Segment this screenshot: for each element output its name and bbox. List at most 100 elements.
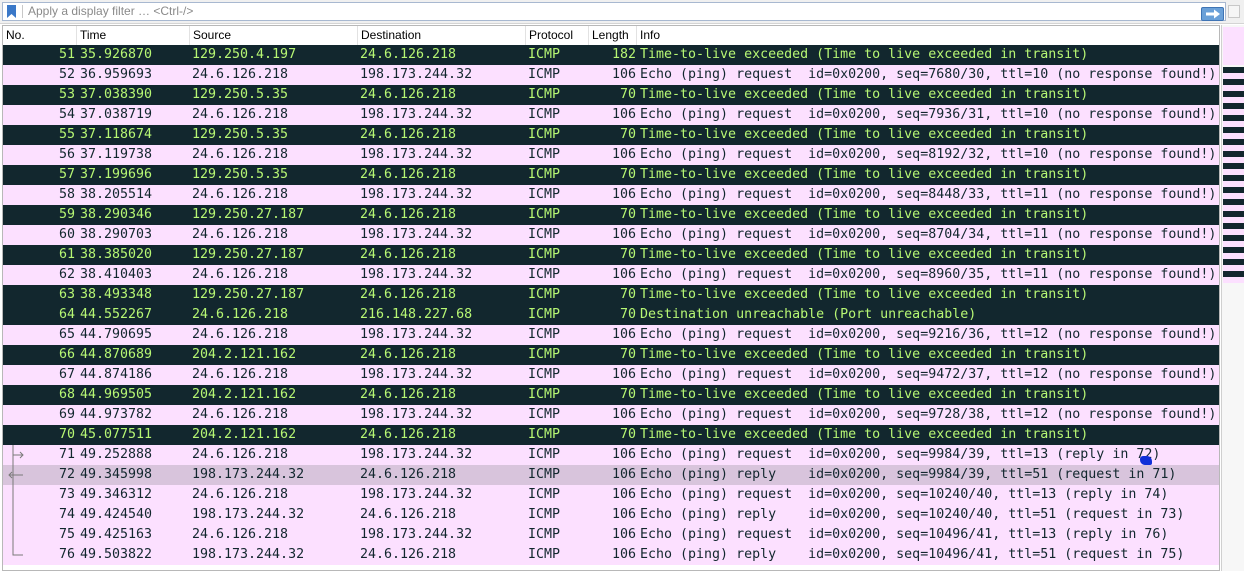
packet-row[interactable]: 68 44.969505 204.2.121.162 24.6.126.218 ICMP… [3, 385, 1219, 405]
display-filter-input[interactable]: Apply a display filter … <Ctrl-/> [2, 2, 1226, 21]
packet-source: 129.250.27.187 [192, 287, 305, 302]
packet-destination: 198.173.244.32 [360, 227, 473, 242]
packet-destination: 198.173.244.32 [360, 147, 473, 162]
packet-source: 24.6.126.218 [192, 527, 289, 542]
packet-row[interactable]: 57 37.199696 129.250.5.35 24.6.126.218 ICMP 7… [3, 165, 1219, 185]
packet-row[interactable]: 52 36.959693 24.6.126.218 198.173.244.32 ICM… [3, 65, 1219, 85]
packet-row[interactable]: 63 38.493348 129.250.27.187 24.6.126.218 ICM… [3, 285, 1219, 305]
packet-row[interactable]: 73 49.346312 24.6.126.218 198.173.244.32 ICM… [3, 485, 1219, 505]
packet-info: Echo (ping) request id=0x0200, seq=8704/… [640, 227, 1217, 242]
packet-destination: 198.173.244.32 [360, 367, 473, 382]
column-info[interactable]: Info [637, 26, 1219, 45]
packet-source: 198.173.244.32 [192, 507, 305, 522]
packet-source: 129.250.5.35 [192, 87, 289, 102]
packet-row[interactable]: 61 38.385020 129.250.27.187 24.6.126.218 ICM… [3, 245, 1219, 265]
packet-protocol: ICMP [528, 347, 561, 362]
packet-protocol: ICMP [528, 147, 561, 162]
packet-row[interactable]: 53 37.038390 129.250.5.35 24.6.126.218 ICMP 7… [3, 85, 1219, 105]
mouse-cursor-mark [1140, 456, 1152, 465]
packet-source: 24.6.126.218 [192, 107, 289, 122]
packet-list: No. Time Source Destination Protocol Len… [2, 25, 1220, 571]
packet-row[interactable]: 66 44.870689 204.2.121.162 24.6.126.218 ICMP… [3, 345, 1219, 365]
packet-row[interactable]: 56 37.119738 24.6.126.218 198.173.244.32 ICM… [3, 145, 1219, 165]
apply-filter-button[interactable] [1201, 7, 1224, 21]
packet-length: 70 [619, 167, 636, 182]
packet-protocol: ICMP [528, 327, 561, 342]
packet-row[interactable]: 65 44.790695 24.6.126.218 198.173.244.32 ICM… [3, 325, 1219, 345]
packet-row[interactable]: 60 38.290703 24.6.126.218 198.173.244.32 ICM… [3, 225, 1219, 245]
minimap-stripe [1223, 277, 1244, 283]
bookmark-icon[interactable] [6, 5, 17, 18]
packet-protocol: ICMP [528, 167, 561, 182]
filter-dropdown-button[interactable] [1228, 5, 1240, 18]
packet-time: 44.874186 [80, 367, 153, 382]
packet-row[interactable]: 58 38.205514 24.6.126.218 198.173.244.32 ICM… [3, 185, 1219, 205]
packet-info: Echo (ping) request id=0x0200, seq=8192/… [640, 147, 1217, 162]
column-protocol[interactable]: Protocol [526, 26, 589, 45]
packet-length: 106 [611, 267, 636, 282]
packet-time: 49.346312 [80, 487, 153, 502]
packet-row[interactable]: 72 49.345998 198.173.244.32 24.6.126.218 ICM… [3, 465, 1219, 485]
packet-protocol: ICMP [528, 187, 561, 202]
packet-info: Time-to-live exceeded (Time to live exce… [640, 167, 1089, 182]
packet-source: 24.6.126.218 [192, 407, 289, 422]
packet-info: Time-to-live exceeded (Time to live exce… [640, 347, 1089, 362]
column-source[interactable]: Source [190, 26, 358, 45]
packet-protocol: ICMP [528, 227, 561, 242]
packet-row[interactable]: 74 49.424540 198.173.244.32 24.6.126.218 ICM… [3, 505, 1219, 525]
packet-protocol: ICMP [528, 547, 561, 562]
packet-no: 59 [58, 207, 75, 222]
packet-info: Time-to-live exceeded (Time to live exce… [640, 127, 1089, 142]
packet-row[interactable]: 55 37.118674 129.250.5.35 24.6.126.218 ICMP 7… [3, 125, 1219, 145]
column-destination[interactable]: Destination [358, 26, 526, 45]
packet-length: 70 [619, 427, 636, 442]
packet-length: 70 [619, 347, 636, 362]
packet-row[interactable]: 71 49.252888 24.6.126.218 198.173.244.32 ICM… [3, 445, 1219, 465]
packet-source: 129.250.5.35 [192, 127, 289, 142]
packet-time: 45.077511 [80, 427, 153, 442]
packet-row[interactable]: 64 44.552267 24.6.126.218 216.148.227.68 ICM… [3, 305, 1219, 325]
packet-row[interactable]: 54 37.038719 24.6.126.218 198.173.244.32 ICM… [3, 105, 1219, 125]
column-time[interactable]: Time [77, 26, 190, 45]
packet-no: 57 [58, 167, 75, 182]
packet-source: 204.2.121.162 [192, 387, 297, 402]
packet-destination: 24.6.126.218 [360, 387, 457, 402]
packet-row[interactable]: 76 49.503822 198.173.244.32 24.6.126.218 ICM… [3, 545, 1219, 565]
packet-source: 129.250.27.187 [192, 207, 305, 222]
packet-info: Echo (ping) request id=0x0200, seq=7680/… [640, 67, 1217, 82]
packet-row[interactable]: 59 38.290346 129.250.27.187 24.6.126.218 ICM… [3, 205, 1219, 225]
packet-no: 66 [58, 347, 75, 362]
packet-row[interactable]: 51 35.926870 129.250.4.197 24.6.126.218 ICMP… [3, 45, 1219, 65]
packet-length: 70 [619, 247, 636, 262]
related-packet-icon [12, 485, 14, 505]
packet-time: 49.503822 [80, 547, 153, 562]
packet-destination: 24.6.126.218 [360, 547, 457, 562]
packet-protocol: ICMP [528, 467, 561, 482]
packet-source: 24.6.126.218 [192, 367, 289, 382]
packet-row[interactable]: 70 45.077511 204.2.121.162 24.6.126.218 ICMP… [3, 425, 1219, 445]
packet-protocol: ICMP [528, 427, 561, 442]
column-length[interactable]: Length [589, 26, 637, 45]
packet-length: 106 [611, 507, 636, 522]
column-no[interactable]: No. [3, 26, 77, 45]
packet-info: Time-to-live exceeded (Time to live exce… [640, 287, 1089, 302]
packet-row[interactable]: 67 44.874186 24.6.126.218 198.173.244.32 ICM… [3, 365, 1219, 385]
packet-row[interactable]: 69 44.973782 24.6.126.218 198.173.244.32 ICM… [3, 405, 1219, 425]
packet-destination: 24.6.126.218 [360, 167, 457, 182]
packet-destination: 198.173.244.32 [360, 447, 473, 462]
packet-minimap-scrollbar[interactable] [1221, 25, 1244, 571]
packet-destination: 24.6.126.218 [360, 87, 457, 102]
packet-source: 24.6.126.218 [192, 187, 289, 202]
packet-destination: 24.6.126.218 [360, 287, 457, 302]
packet-info: Echo (ping) request id=0x0200, seq=10240… [640, 487, 1169, 502]
packet-source: 129.250.27.187 [192, 247, 305, 262]
packet-source: 204.2.121.162 [192, 347, 297, 362]
filter-separator [22, 5, 23, 18]
packet-time: 44.790695 [80, 327, 153, 342]
packet-row[interactable]: 75 49.425163 24.6.126.218 198.173.244.32 ICM… [3, 525, 1219, 545]
filter-placeholder: Apply a display filter … <Ctrl-/> [28, 4, 194, 18]
packet-source: 198.173.244.32 [192, 547, 305, 562]
packet-no: 56 [58, 147, 75, 162]
packet-no: 62 [58, 267, 75, 282]
packet-row[interactable]: 62 38.410403 24.6.126.218 198.173.244.32 ICM… [3, 265, 1219, 285]
